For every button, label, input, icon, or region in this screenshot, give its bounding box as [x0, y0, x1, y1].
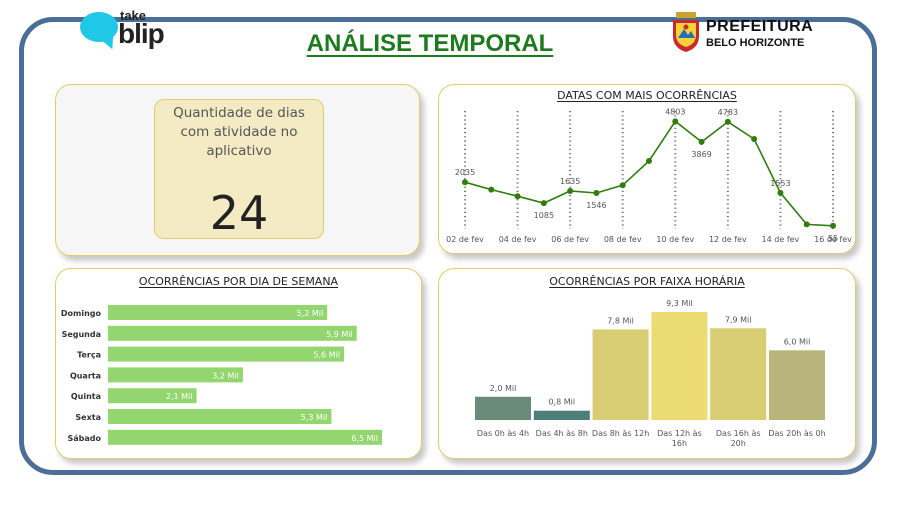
data-point: [830, 222, 836, 229]
category-label: Das 16h às 20h: [716, 429, 761, 448]
hour-bar-chart: 2,0 Mil Das 0h às 4h 0,8 Mil Das 4h às 8h 7,…: [475, 299, 826, 448]
chat-bubble-tail: [100, 34, 118, 52]
data-point: [514, 193, 521, 200]
data-point: [803, 221, 810, 228]
category-label: Quinta: [71, 392, 101, 401]
data-label: 4803: [665, 107, 685, 116]
series-line: [464, 120, 834, 227]
data-label: 1085: [534, 211, 554, 220]
hour-bar: [710, 328, 767, 420]
data-point: [488, 186, 495, 193]
category-label: Quarta: [70, 371, 101, 380]
category-label: Terça: [77, 351, 101, 360]
prefeitura-logo: PREFEITURA BELO HORIZONTE: [670, 12, 814, 56]
data-label: 7,9 Mil: [725, 315, 752, 324]
page-title: ANÁLISE TEMPORAL: [306, 30, 554, 57]
data-label: 6,5 Mil: [351, 434, 378, 443]
take-blip-logo: take blip: [80, 8, 180, 54]
weekday-bar: [108, 305, 328, 320]
data-label: 5,6 Mil: [313, 351, 340, 360]
hour-bar: [475, 396, 531, 420]
category-label: Domingo: [61, 309, 102, 318]
weekday-bar: [108, 346, 345, 362]
city-crest-icon: [673, 12, 699, 52]
category-label: Das 0h às 4h: [477, 429, 529, 438]
line-chart: 203510851635154648033869478315535502 de …: [446, 107, 852, 244]
x-tick-label: 04 de fev: [499, 235, 537, 244]
category-label: Das 12h às 16h: [657, 429, 702, 448]
brand-large-text: blip: [118, 18, 165, 49]
x-tick-label: 12 de fev: [709, 235, 747, 244]
data-point: [462, 179, 468, 186]
data-point: [724, 118, 731, 125]
data-point: [751, 136, 758, 142]
data-label: 2,1 Mil: [166, 392, 193, 401]
weekday-bar-chart: Domingo 5,2 Mil Segunda 5,9 Mil Terça 5,6 Mil…: [61, 305, 382, 445]
weekday-chart-card: OCORRÊNCIAS POR DIA DE SEMANA Domingo 5,2…: [55, 268, 422, 459]
hour-bar: [769, 350, 825, 420]
data-label: 3869: [691, 150, 711, 159]
data-point: [593, 189, 600, 196]
kpi-box: Quantidade de dias com atividade no apli…: [154, 99, 324, 240]
kpi-label: Quantidade de dias com atividade no apli…: [173, 105, 305, 159]
data-label: 5,2 Mil: [297, 309, 324, 318]
data-label: 0,8 Mil: [548, 398, 575, 407]
data-label: 1546: [586, 201, 606, 210]
category-label: Das 20h às 0h: [768, 429, 825, 438]
x-tick-label: 02 de fev: [446, 235, 484, 244]
data-label: 3,2 Mil: [212, 371, 239, 380]
data-point: [777, 189, 784, 196]
kpi-card: Quantidade de dias com atividade no apli…: [55, 84, 420, 256]
category-label: Sábado: [67, 434, 101, 443]
data-point: [698, 138, 705, 145]
data-label: 5,3 Mil: [301, 413, 328, 422]
weekday-bar: [108, 325, 357, 341]
data-label: 9,3 Mil: [666, 299, 693, 308]
data-label: 4783: [718, 108, 738, 117]
data-label: 6,0 Mil: [784, 337, 811, 346]
data-label: 7,8 Mil: [607, 316, 634, 325]
org-name-line1: PREFEITURA: [706, 18, 814, 35]
data-label: 1635: [560, 177, 580, 186]
weekday-bar: [108, 409, 332, 424]
x-tick-label: 06 de fev: [551, 235, 589, 244]
category-label: Sexta: [75, 413, 101, 422]
data-point: [619, 182, 626, 189]
data-label: 5,9 Mil: [326, 330, 353, 339]
data-label: 2,0 Mil: [490, 384, 517, 393]
x-tick-label: 08 de fev: [604, 235, 642, 244]
x-tick-label: 16 de fev: [814, 235, 852, 244]
data-point: [646, 158, 652, 164]
data-point: [672, 118, 679, 125]
data-label: 2035: [455, 168, 475, 177]
line-chart-card: DATAS COM MAIS OCORRÊNCIAS 2035 1085 1635 1…: [438, 84, 856, 254]
hour-chart-card: OCORRÊNCIAS POR FAIXA HORÁRIA 2,0 Mil Das…: [438, 268, 856, 459]
x-tick-label: 14 de fev: [762, 235, 800, 244]
hour-bar: [533, 410, 590, 420]
kpi-value: 24: [209, 186, 269, 240]
weekday-bar: [108, 429, 382, 445]
hour-bar: [592, 329, 649, 420]
data-point: [567, 188, 574, 195]
category-label: Das 4h às 8h: [536, 429, 588, 438]
category-label: Das 8h às 12h: [592, 429, 649, 438]
data-label: 1553: [770, 179, 790, 188]
x-tick-label: 10 de fev: [656, 235, 694, 244]
category-label: Segunda: [62, 330, 101, 339]
org-name-line2: BELO HORIZONTE: [706, 37, 805, 49]
data-point: [540, 200, 547, 207]
hour-bar: [651, 312, 708, 420]
